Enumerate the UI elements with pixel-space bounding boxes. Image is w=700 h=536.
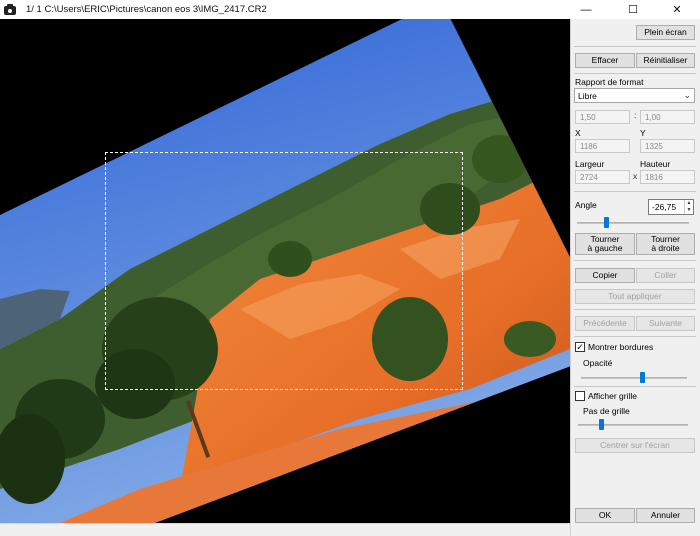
- angle-slider-thumb[interactable]: [604, 217, 609, 228]
- opacity-label: Opacité: [583, 358, 613, 368]
- divider: [574, 46, 696, 47]
- divider: [574, 336, 696, 337]
- status-strip: [0, 523, 570, 536]
- title-bar: 1/ 1 C:\Users\ERIC\Pictures\canon eos 3\…: [0, 0, 700, 19]
- image-viewer[interactable]: [0, 19, 570, 523]
- divider: [574, 309, 696, 310]
- divider: [574, 260, 696, 261]
- show-borders-checkbox[interactable]: ✓: [575, 342, 585, 352]
- size-separator: x: [633, 171, 638, 181]
- minimize-button[interactable]: —: [563, 0, 609, 19]
- grid-step-slider[interactable]: [578, 419, 688, 431]
- x-label: X: [575, 128, 581, 138]
- height-field[interactable]: 1816: [640, 170, 695, 184]
- width-field[interactable]: 2724: [575, 170, 630, 184]
- ratio-select-value: Libre: [578, 90, 597, 101]
- copy-button[interactable]: Copier: [575, 268, 635, 283]
- opacity-slider[interactable]: [581, 372, 687, 384]
- ratio-label: Rapport de format: [575, 77, 644, 87]
- divider: [574, 73, 696, 74]
- opacity-slider-thumb[interactable]: [640, 372, 645, 383]
- height-label: Hauteur: [640, 159, 671, 169]
- ratio-colon: :: [634, 110, 637, 120]
- rotate-right-line2: à droite: [651, 243, 680, 253]
- ratio-width-field[interactable]: 1,50: [575, 110, 630, 124]
- show-grid-label: Afficher grille: [588, 391, 637, 401]
- window-title: 1/ 1 C:\Users\ERIC\Pictures\canon eos 3\…: [26, 4, 267, 15]
- next-button[interactable]: Suivante: [636, 316, 695, 331]
- previous-button[interactable]: Précédente: [575, 316, 635, 331]
- apply-all-button[interactable]: Tout appliquer: [575, 289, 695, 304]
- x-field[interactable]: 1186: [575, 139, 630, 153]
- paste-button[interactable]: Coller: [636, 268, 695, 283]
- rotate-left-button[interactable]: Tourner à gauche: [575, 233, 635, 255]
- show-grid-checkbox[interactable]: [575, 391, 585, 401]
- camera-icon: [4, 4, 16, 15]
- divider: [574, 191, 696, 192]
- angle-slider[interactable]: [577, 217, 689, 229]
- crop-panel: Plein écran Effacer Réinitialiser Rappor…: [570, 19, 700, 536]
- center-screen-button[interactable]: Centrer sur l'écran: [575, 438, 695, 453]
- grid-step-slider-thumb[interactable]: [599, 419, 604, 430]
- divider: [574, 386, 696, 387]
- rotate-left-line2: à gauche: [587, 243, 623, 253]
- crop-rectangle[interactable]: [105, 152, 463, 390]
- ratio-select[interactable]: Libre ⌄: [574, 88, 695, 103]
- ok-button[interactable]: OK: [575, 508, 635, 523]
- angle-spinbox[interactable]: -26,75 ▲ ▼: [648, 199, 694, 215]
- reset-button[interactable]: Réinitialiser: [636, 53, 695, 68]
- angle-value: -26,75: [652, 202, 677, 212]
- maximize-button[interactable]: ☐: [610, 0, 656, 19]
- width-label: Largeur: [575, 159, 605, 169]
- show-borders-label: Montrer bordures: [588, 342, 654, 352]
- y-field[interactable]: 1325: [640, 139, 695, 153]
- spin-arrows-icon[interactable]: ▲ ▼: [684, 200, 693, 214]
- rotate-right-button[interactable]: Tourner à droite: [636, 233, 695, 255]
- cancel-button[interactable]: Annuler: [636, 508, 695, 523]
- fullscreen-button[interactable]: Plein écran: [636, 25, 695, 40]
- ratio-height-field[interactable]: 1,00: [640, 110, 695, 124]
- close-button[interactable]: ✕: [654, 0, 700, 19]
- angle-label: Angle: [575, 200, 597, 210]
- clear-button[interactable]: Effacer: [575, 53, 635, 68]
- chevron-down-icon: ⌄: [683, 90, 691, 100]
- y-label: Y: [640, 128, 646, 138]
- grid-step-label: Pas de grille: [583, 406, 630, 416]
